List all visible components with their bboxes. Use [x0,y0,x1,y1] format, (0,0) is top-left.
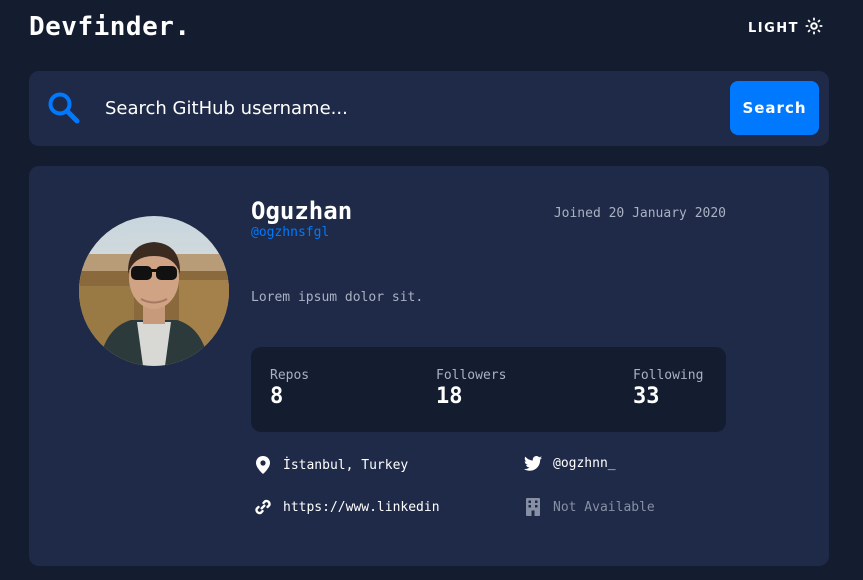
profile-name: Oguzhan [251,197,353,225]
location-text: İstanbul, Turkey [283,457,409,473]
stat-value: 33 [633,384,660,409]
sun-icon [805,17,823,39]
profile-login-link[interactable]: @ogzhnsfgl [251,225,329,240]
stats-panel: Repos 8 Followers 18 Following 33 [251,347,726,432]
search-bar: Search [29,71,829,146]
stat-label: Repos [270,368,310,383]
stat-label: Followers [436,368,507,383]
stat-followers: Followers 18 [436,368,506,409]
theme-toggle-button[interactable]: LIGHT [748,17,823,39]
app-logo: Devfinder. [29,12,191,42]
theme-toggle-label: LIGHT [747,20,799,36]
company-row: Not Available [523,498,655,516]
location-pin-icon [253,456,273,474]
twitter-text: @ogzhnn_ [553,456,616,471]
profile-card: Oguzhan @ogzhnsfgl Joined 20 January 202… [29,166,829,566]
search-button[interactable]: Search [730,81,819,135]
location-row: İstanbul, Turkey [253,456,408,474]
building-icon [523,498,543,516]
blog-text: https://www.linkedin [283,499,440,515]
header: Devfinder. LIGHT [29,12,829,44]
search-icon [47,91,81,129]
blog-row[interactable]: https://www.linkedin [253,498,440,516]
link-icon [253,498,273,516]
stat-following: Following 33 [633,368,703,409]
stat-value: 8 [270,384,284,409]
twitter-row[interactable]: @ogzhnn_ [523,456,616,471]
avatar [79,216,229,366]
joined-date: Joined 20 January 2020 [553,206,726,221]
stat-repos: Repos 8 [270,368,309,409]
stat-label: Following [633,368,704,383]
stat-value: 18 [436,384,463,409]
search-input[interactable] [105,91,705,125]
twitter-icon [523,456,543,471]
profile-bio: Lorem ipsum dolor sit. [251,290,424,305]
company-text: Not Available [553,499,655,515]
